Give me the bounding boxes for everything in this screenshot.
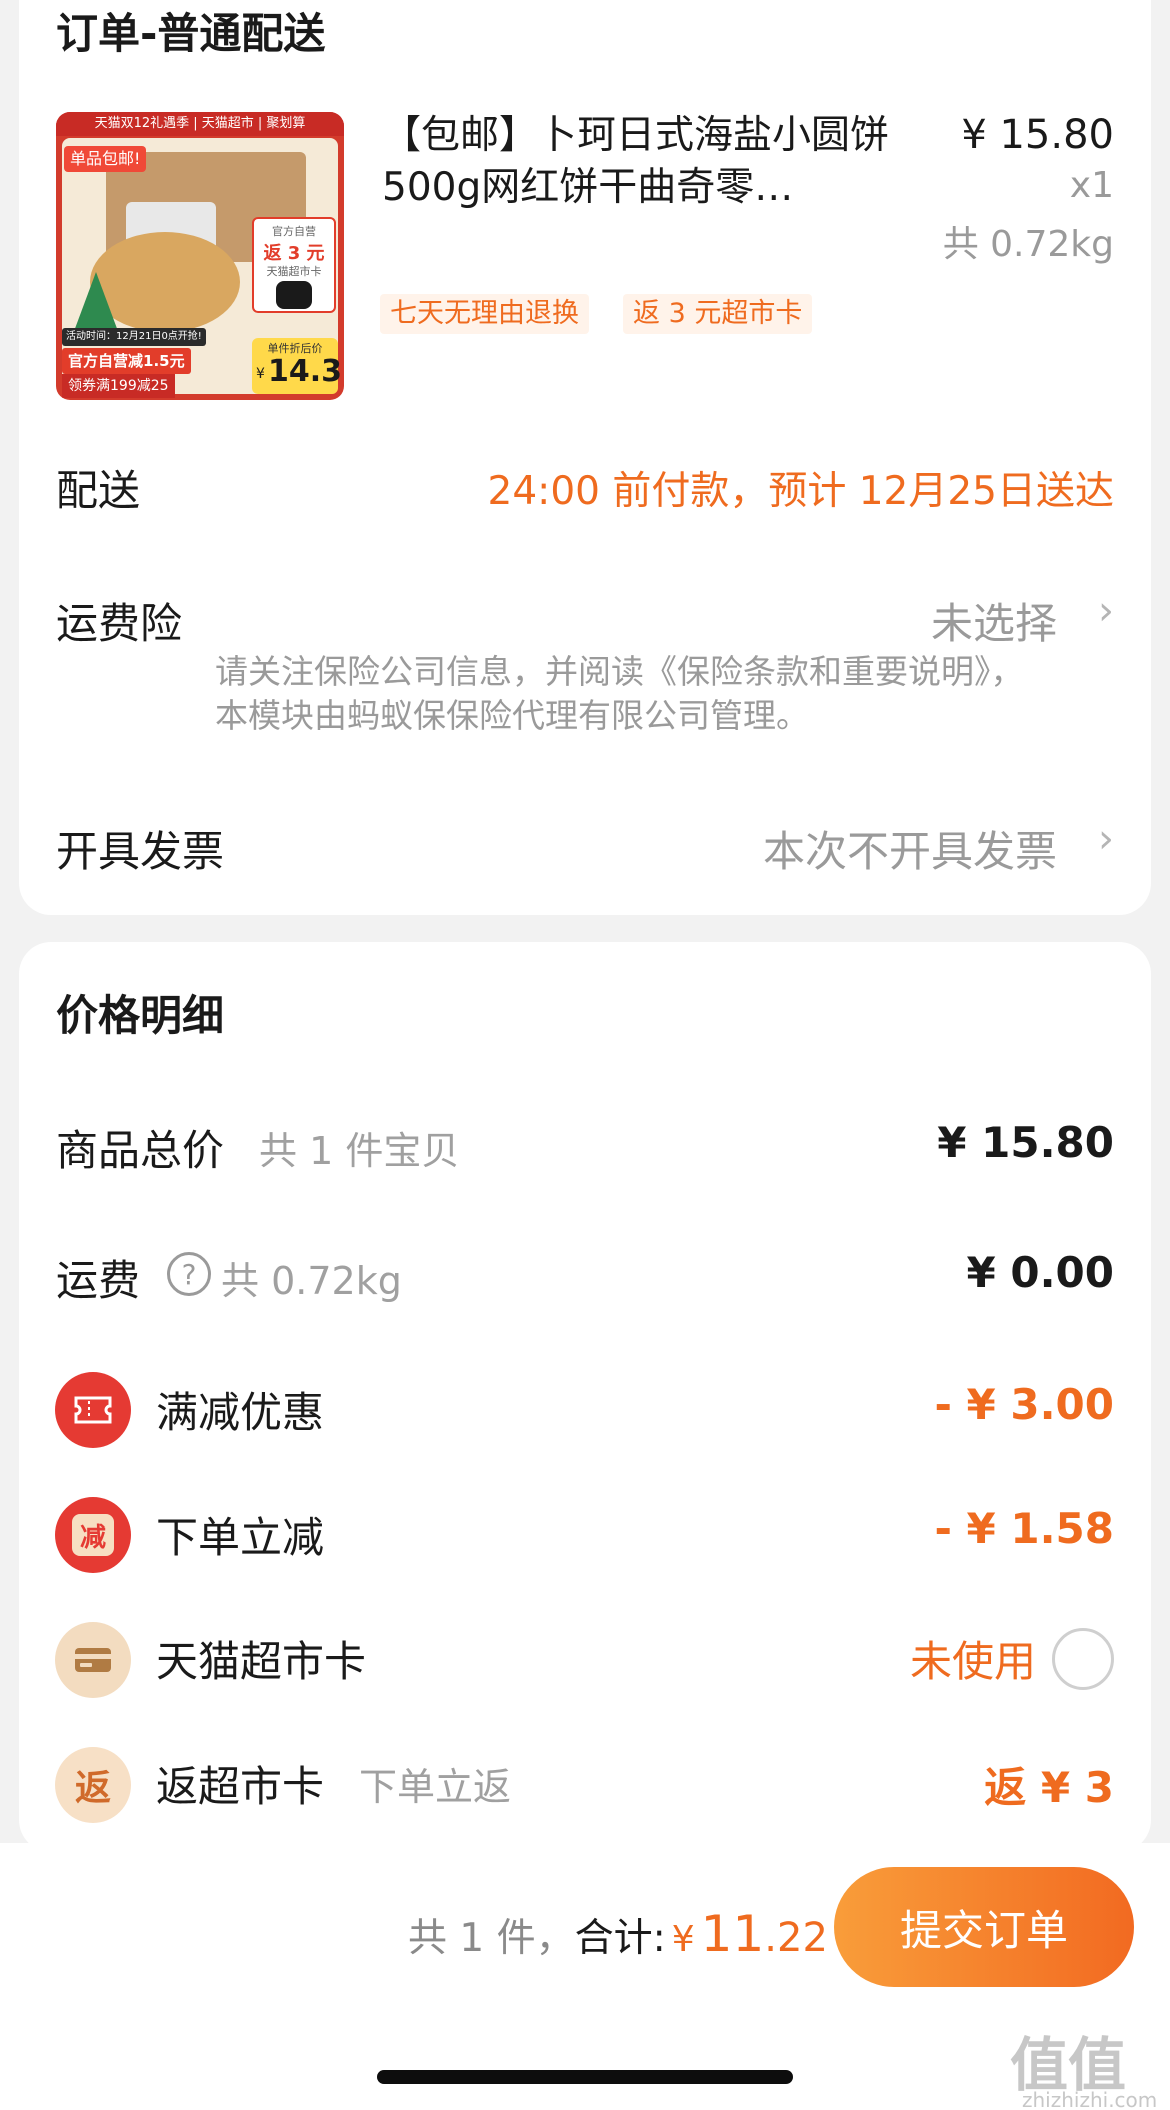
invoice-value: 本次不开具发票 [762, 827, 1057, 876]
bottom-bar: 共 1 件， 合计: ¥ 11 .22 提交订单 值值值 zhizhizhi.c… [0, 1843, 1170, 2110]
return-icon: 返 [55, 1747, 131, 1823]
watermark-url: zhizhizhi.com [1022, 2088, 1158, 2110]
order-reduction-label: 下单立减 [156, 1513, 325, 1562]
unit-price-symbol: ¥ [256, 366, 265, 382]
unit-price-value: 14.3 [268, 354, 343, 389]
product-weight: 共 0.72kg [942, 224, 1114, 265]
sticker-top: 官方自营 [272, 225, 316, 238]
product-image[interactable]: 天猫双12礼遇季 | 天猫超市 | 聚划算 单品包邮! 官方自营 返 3 元 天… [56, 112, 344, 400]
product-price: ¥ 15.80 [961, 112, 1114, 158]
total-summary: 共 1 件， 合计: ¥ 11 .22 [408, 1905, 828, 1963]
price-details-card: 价格明细 商品总价 共 1 件宝贝 ¥ 15.80 运费 ? 共 0.72kg … [19, 942, 1151, 1852]
full-reduction-label: 满减优惠 [156, 1388, 325, 1437]
chevron-right-icon: › [1098, 588, 1114, 634]
return-card-label: 返超市卡 [156, 1762, 325, 1811]
return-card-sub: 下单立返 [359, 1765, 512, 1809]
order-section-title: 订单-普通配送 [56, 9, 326, 58]
tmall-card-label: 天猫超市卡 [156, 1637, 367, 1686]
tmall-cat-icon [276, 281, 312, 309]
total-decimal: .22 [764, 1915, 828, 1961]
shipping-insurance-value: 未选择 [930, 599, 1057, 648]
total-integer: 11 [700, 1905, 765, 1963]
submit-order-button[interactable]: 提交订单 [834, 1867, 1134, 1987]
insurance-note: 请关注保险公司信息，并阅读《保险条款和重要说明》，本模块由蚂蚁保保险代理有限公司… [215, 652, 1024, 735]
goods-total-count: 共 1 件宝贝 [259, 1129, 460, 1173]
activity-time-badge: 活动时间：12月21日0点开抢! [62, 328, 206, 346]
shipping-fee-value: ¥ 0.00 [966, 1248, 1114, 1297]
self-discount-badge: 官方自营减1.5元 [62, 348, 191, 374]
ticket-icon [55, 1372, 131, 1448]
reduce-glyph: 减 [72, 1514, 114, 1556]
delivery-estimate: 24:00 前付款，预计 12月25日送达 [487, 469, 1114, 514]
total-label: 合计: [574, 1916, 666, 1961]
shipping-fee-label: 运费 [56, 1256, 141, 1305]
product-quantity: x1 [1069, 165, 1114, 206]
delivery-label: 配送 [56, 466, 141, 515]
goods-total-label: 商品总价 [56, 1126, 225, 1175]
image-top-banner: 天猫双12礼遇季 | 天猫超市 | 聚划算 [56, 112, 344, 136]
shipping-insurance-label: 运费险 [56, 599, 183, 648]
return-card-value: 返 ¥ 3 [984, 1763, 1114, 1812]
home-indicator[interactable] [377, 2070, 793, 2084]
goods-total-value: ¥ 15.80 [937, 1118, 1114, 1167]
order-reduction-value: - ¥ 1.58 [934, 1504, 1114, 1553]
total-currency: ¥ [671, 1919, 695, 1960]
product-name[interactable]: 【包邮】卜珂日式海盐小圆饼500g网红饼干曲奇零… [382, 110, 902, 214]
sticker-sub: 天猫超市卡 [266, 265, 322, 278]
tmall-card-radio[interactable] [1052, 1628, 1114, 1690]
order-reduction-icon: 减 [55, 1497, 131, 1573]
tag-card-return: 返 3 元超市卡 [623, 294, 813, 334]
unit-price-badge: 单件折后价 ¥ 14.3 [252, 338, 342, 394]
help-icon[interactable]: ? [167, 1252, 211, 1296]
full-reduction-value: - ¥ 3.00 [934, 1380, 1114, 1429]
chevron-right-icon: › [1098, 816, 1114, 862]
free-shipping-badge: 单品包邮! [64, 146, 147, 172]
total-count: 共 1 件， [408, 1916, 575, 1961]
tag-seven-day-return: 七天无理由退换 [380, 294, 589, 334]
price-details-title: 价格明细 [56, 991, 225, 1040]
tmall-card-status: 未使用 [909, 1637, 1036, 1686]
invoice-label: 开具发票 [56, 827, 225, 876]
card-return-sticker: 官方自营 返 3 元 天猫超市卡 [252, 217, 336, 313]
card-icon [55, 1622, 131, 1698]
coupon-badge: 领券满199减25 [62, 374, 175, 398]
sticker-main: 返 3 元 [263, 243, 325, 264]
order-card: 订单-普通配送 天猫双12礼遇季 | 天猫超市 | 聚划算 单品包邮! 官方自营… [19, 0, 1151, 915]
shipping-weight: 共 0.72kg [221, 1259, 402, 1303]
